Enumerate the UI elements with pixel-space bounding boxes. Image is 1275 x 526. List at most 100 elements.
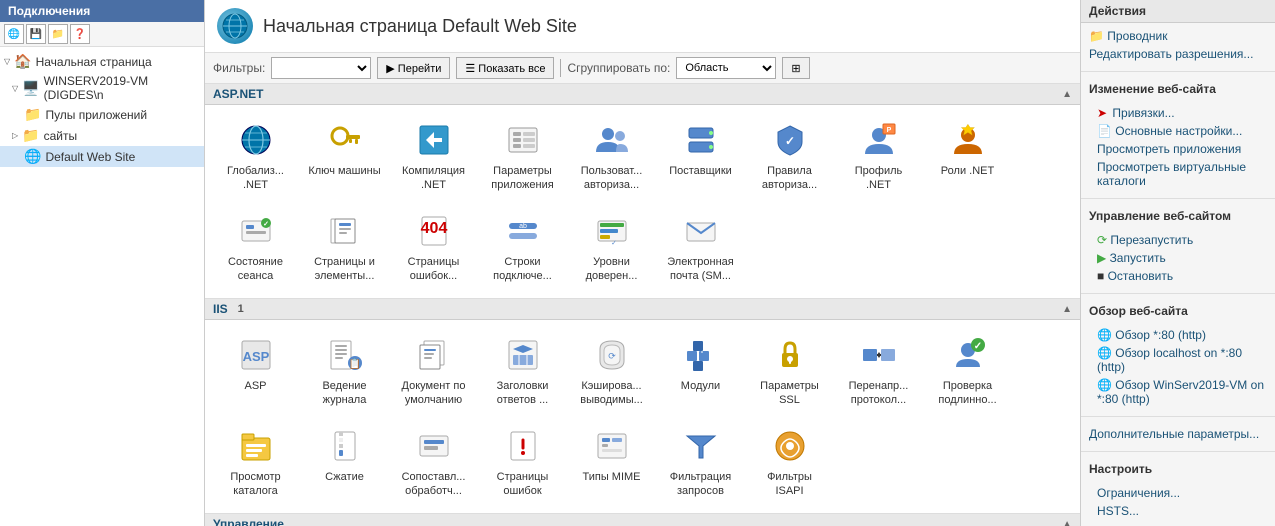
icon-item-roles-net[interactable]: Роли .NET [925,113,1010,200]
email-icon [683,213,719,249]
icon-box: ASP [236,335,276,375]
icon-item-app-params[interactable]: Параметры приложения [480,113,565,200]
collapse-icon-iis[interactable]: ▲ [1062,304,1072,315]
icon-item-isapi-filters[interactable]: Фильтры ISAPI [747,419,832,506]
show-all-button[interactable]: ☰ Показать все [456,57,554,79]
icon-item-conn-strings[interactable]: ab Строки подключе... [480,204,565,291]
action-bindings[interactable]: ➤ Привязки... [1081,104,1275,122]
icon-item-caching[interactable]: ⟳ Кэширова... выводимы... [569,328,654,415]
action-extra-params[interactable]: Дополнительные параметры... [1081,425,1275,443]
sidebar-btn-folder[interactable]: 📁 [48,24,68,44]
icon-item-default-doc[interactable]: Документ по умолчанию [391,328,476,415]
redirect-icon [861,337,897,373]
svg-text:✓: ✓ [263,221,269,228]
action-edit-permissions[interactable]: Редактировать разрешения... [1081,45,1275,63]
icon-label: Кэширова... выводимы... [574,379,649,408]
params-icon [505,122,541,158]
icon-item-req-filter[interactable]: Фильтрация запросов [658,419,743,506]
action-limits[interactable]: Ограничения... [1081,484,1275,502]
icon-box: ✓ [770,120,810,160]
sidebar-item-label: WINSERV2019-VM (DIGDES\n [44,74,200,102]
main-header: Начальная страница Default Web Site [205,0,1080,53]
collapse-icon-aspnet[interactable]: ▲ [1062,89,1072,100]
svg-text:✓: ✓ [784,134,794,148]
action-start[interactable]: ▶ Запустить [1081,249,1275,267]
icon-item-profile-net[interactable]: P Профиль .NET [836,113,921,200]
icon-label: Сопоставл... обработч... [396,470,471,499]
icon-item-compress[interactable]: Сжатие [302,419,387,506]
sidebar-btn-help[interactable]: ❓ [70,24,90,44]
actions-group-configure: Ограничения... HSTS... [1081,480,1275,524]
icon-item-dir-browse[interactable]: Просмотр каталога [213,419,298,506]
icon-box: P [859,120,899,160]
sidebar-btn-globe[interactable]: 🌐 [4,24,24,44]
icon-item-mime-types[interactable]: Типы MIME [569,419,654,506]
collapse-icon-management[interactable]: ▲ [1062,519,1072,526]
section-header-management[interactable]: Управление ▲ [205,514,1080,526]
divider [1081,293,1275,294]
sidebar-item-default-site[interactable]: 🌐 Default Web Site [0,146,204,167]
icon-box [859,335,899,375]
start-icon: ▶ [1097,251,1110,265]
toolbar-separator [560,59,561,77]
icon-item-auth-verify[interactable]: ✓ Проверка подлинно... [925,328,1010,415]
icon-item-pages[interactable]: Страницы и элементы... [302,204,387,291]
icon-item-map-handler[interactable]: Сопоставл... обработч... [391,419,476,506]
icon-item-modules[interactable]: Модули [658,328,743,415]
action-view-apps[interactable]: Просмотреть приложения [1081,140,1275,158]
sidebar-btn-save[interactable]: 💾 [26,24,46,44]
icon-label: Компиляция .NET [396,164,471,193]
icon-box [414,335,454,375]
action-basic-settings[interactable]: 📄 Основные настройки... [1081,122,1275,140]
sidebar-item-sites[interactable]: ▷ 📁 сайты [0,125,204,146]
section-header-aspnet[interactable]: ASP.NET ▲ [205,84,1080,105]
icon-item-trust[interactable]: ✓ Уровни доверен... [569,204,654,291]
icon-item-providers[interactable]: Поставщики [658,113,743,200]
actions-group-extra: Дополнительные параметры... [1081,421,1275,447]
action-restart[interactable]: ⟳ Перезапустить [1081,231,1275,249]
group-select[interactable]: Область [676,57,776,79]
filter-select[interactable] [271,57,371,79]
icon-item-email[interactable]: Электронная почта (SM... [658,204,743,291]
action-browse-localhost[interactable]: 🌐 Обзор localhost on *:80 (http) [1081,344,1275,376]
icon-label: Заголовки ответов ... [485,379,560,408]
icon-box [414,120,454,160]
sidebar-item-pools[interactable]: 📁 Пулы приложений [0,104,204,125]
tree-arrow: ▷ [12,131,18,140]
sidebar-item-server[interactable]: ▽ 🖥️ WINSERV2019-VM (DIGDES\n [0,72,204,104]
section-header-iis[interactable]: IIS 1 ▲ [205,299,1080,320]
action-browse-80[interactable]: 🌐 Обзор *:80 (http) [1081,326,1275,344]
trust-icon: ✓ [594,213,630,249]
sidebar-item-homepage[interactable]: ▽ 🏠 Начальная страница [0,51,204,72]
action-stop[interactable]: ■ Остановить [1081,267,1275,285]
auth-icon: ✓ [772,122,808,158]
icon-item-key[interactable]: Ключ машины [302,113,387,200]
icon-item-globalize[interactable]: Глобализ... .NET [213,113,298,200]
icon-item-users[interactable]: Пользоват... авториза... [569,113,654,200]
action-explorer[interactable]: 📁 Проводник [1081,27,1275,45]
page-title: Начальная страница Default Web Site [263,16,577,37]
icon-item-session[interactable]: ✓ Состояние сеанса [213,204,298,291]
aspnet-icon-grid: Глобализ... .NET Ключ машины [205,105,1080,298]
icon-item-compile[interactable]: Компиляция .NET [391,113,476,200]
icon-item-error-pages-net[interactable]: 404 Страницы ошибок... [391,204,476,291]
icon-item-logging[interactable]: 📋 Ведение журнала [302,328,387,415]
globe-icon [238,122,274,158]
folder-icon: 📁 [24,106,41,123]
action-hsts[interactable]: HSTS... [1081,502,1275,520]
icon-label: Правила авториза... [752,164,827,193]
icon-item-resp-headers[interactable]: Заголовки ответов ... [480,328,565,415]
icon-item-redirect[interactable]: Перенапр... протокол... [836,328,921,415]
icon-label: Документ по умолчанию [396,379,471,408]
icon-item-ssl-params[interactable]: Параметры SSL [747,328,832,415]
go-button[interactable]: ▶ Перейти [377,57,450,79]
icon-item-asp[interactable]: ASP ASP [213,328,298,415]
view-button[interactable]: ⊞ [782,57,809,79]
default-doc-icon [416,337,452,373]
action-browse-winserv[interactable]: 🌐 Обзор WinServ2019-VM on *:80 (http) [1081,376,1275,408]
icon-box [236,120,276,160]
section-header-configure: Настроить [1081,456,1275,480]
action-view-virtual[interactable]: Просмотреть виртуальные каталоги [1081,158,1275,190]
icon-item-error-pages[interactable]: Страницы ошибок [480,419,565,506]
icon-item-auth-rules[interactable]: ✓ Правила авториза... [747,113,832,200]
